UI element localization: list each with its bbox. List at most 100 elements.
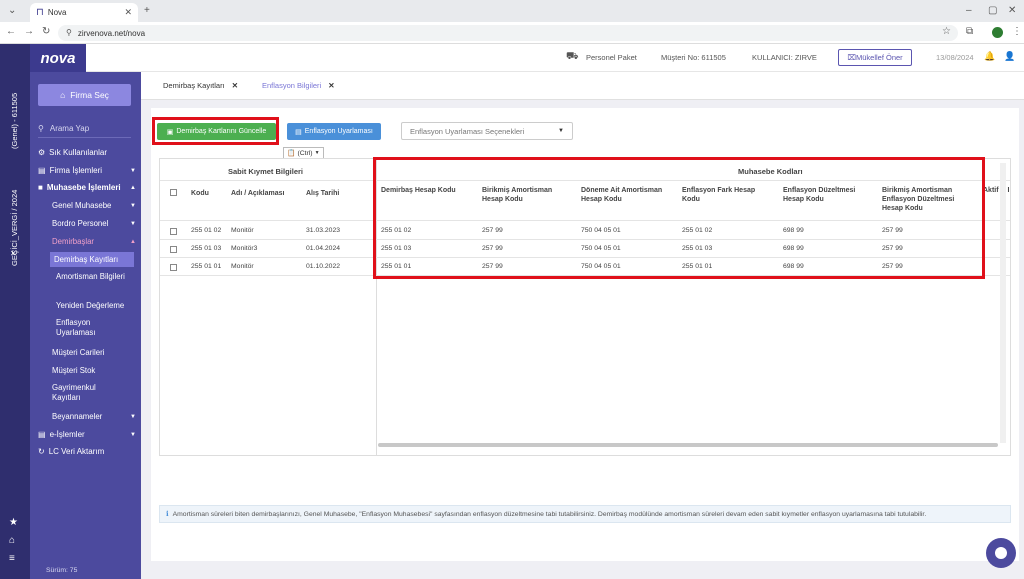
extensions-icon[interactable]: ⧉ bbox=[966, 27, 973, 37]
highlight-guncelle bbox=[152, 117, 279, 145]
url-field[interactable]: ⚲ zirvenova.net/nova bbox=[58, 25, 958, 41]
tab-enflasyon-bilgileri[interactable]: Enflasyon Bilgileri ✕ bbox=[262, 81, 335, 90]
doc-icon: ▤ bbox=[295, 128, 302, 136]
enflasyon-secenekleri-select[interactable]: Enflasyon Uyarlaması Seçenekleri ▼ bbox=[401, 122, 573, 140]
close-tab-icon: ✕ bbox=[231, 81, 239, 90]
sidebar-item-firma[interactable]: ▤ Firma İşlemleri ▼ bbox=[38, 166, 136, 175]
row-checkbox[interactable] bbox=[170, 264, 177, 271]
maximize-icon[interactable]: ▢ bbox=[988, 6, 997, 16]
table-cell[interactable]: 01.04.2024 bbox=[306, 245, 340, 252]
hamburger-menu-icon[interactable]: ≡ bbox=[9, 554, 15, 564]
close-tab-icon: ✕ bbox=[328, 81, 335, 90]
sidebar-item-yeniden-degerleme[interactable]: Yeniden Değerleme bbox=[56, 301, 132, 311]
sidebar-item-enflasyon[interactable]: Enflasyon Uyarlaması bbox=[56, 318, 116, 338]
folder-icon: ■ bbox=[38, 183, 43, 192]
cog-icon: ⚙ bbox=[38, 148, 46, 157]
caret-down-icon: ▼ bbox=[130, 414, 136, 420]
vertical-scrollbar[interactable] bbox=[1000, 163, 1006, 443]
browser-address-bar: ← → ↻ ⚲ zirvenova.net/nova ☆ ⧉ ⋮ bbox=[0, 22, 1024, 44]
table-cell[interactable]: 31.03.2023 bbox=[306, 227, 340, 234]
firma-period-label[interactable]: (Genel) - 611505 bbox=[10, 93, 19, 149]
user-icon[interactable]: 👤 bbox=[1004, 51, 1015, 62]
table-cell[interactable]: 255 01 03 bbox=[191, 245, 221, 252]
firma-sec-button[interactable]: ⌂ Firma Seç bbox=[38, 84, 131, 106]
profile-avatar[interactable] bbox=[992, 27, 1003, 38]
sync-icon: ↻ bbox=[38, 447, 45, 456]
reload-icon[interactable]: ↻ bbox=[42, 27, 50, 37]
table-cell[interactable]: 255 01 01 bbox=[191, 263, 221, 270]
bell-icon[interactable]: 🔔 bbox=[984, 51, 995, 62]
close-window-icon[interactable]: ✕ bbox=[1008, 6, 1016, 16]
group-header-sabit: Sabit Kıymet Bilgileri bbox=[228, 167, 304, 176]
bank-icon: ⌂ bbox=[60, 90, 66, 100]
sidebar-item-beyannameler[interactable]: Beyannameler ▼ bbox=[52, 412, 136, 422]
sidebar-item-amortisman[interactable]: Amortisman Bilgileri bbox=[56, 272, 132, 282]
sidebar-item-e-islemler[interactable]: ▤ e-İşlemler ▼ bbox=[38, 430, 136, 439]
favorites-star-icon[interactable]: ★ bbox=[9, 518, 18, 528]
back-icon[interactable]: ← bbox=[6, 27, 16, 37]
table-cell[interactable]: Monitör bbox=[231, 263, 254, 270]
row-checkbox[interactable] bbox=[170, 246, 177, 253]
browser-tab[interactable]: ⊓ Nova ✕ bbox=[30, 3, 138, 22]
table-cell[interactable]: 01.10.2022 bbox=[306, 263, 340, 270]
current-date: 13/08/2024 bbox=[936, 53, 974, 62]
sidebar-item-demirbaslar[interactable]: Demirbaşlar ▲ bbox=[52, 237, 136, 247]
caret-down-icon: ▼ bbox=[130, 221, 136, 227]
version-label: Sürüm: 75 bbox=[46, 567, 78, 574]
minimize-icon[interactable]: – bbox=[966, 6, 972, 16]
site-info-icon[interactable]: ⚲ bbox=[66, 29, 72, 37]
browser-tab-strip: ⌄ ⊓ Nova ✕ + – ▢ ✕ bbox=[0, 0, 1024, 22]
browser-menu-icon[interactable]: ⋮ bbox=[1012, 27, 1022, 37]
row-checkbox[interactable] bbox=[170, 228, 177, 235]
sidebar-item-bordro[interactable]: Bordro Personel ▼ bbox=[52, 219, 136, 229]
musteri-no: Müşteri No: 611505 bbox=[661, 53, 726, 62]
sidebar-item-demirbas-kayitlari[interactable]: Demirbaş Kayıtları bbox=[50, 252, 134, 267]
new-tab-icon[interactable]: + bbox=[144, 6, 150, 16]
col-adi[interactable]: Adı / Açıklaması bbox=[231, 189, 284, 198]
sidebar-item-muhasebe[interactable]: ■ Muhasebe İşlemleri ▲ bbox=[38, 183, 136, 192]
url-text: zirvenova.net/nova bbox=[77, 28, 146, 38]
close-period-icon[interactable]: ✕ bbox=[10, 250, 17, 258]
close-tab-icon[interactable]: ✕ bbox=[124, 7, 132, 18]
sidebar-item-favorites[interactable]: ⚙ Sık Kullanılanlar bbox=[38, 148, 136, 157]
sidebar-search[interactable]: ⚲ Arama Yap bbox=[38, 120, 131, 138]
sidebar-item-lc-veri[interactable]: ↻ LC Veri Aktarım bbox=[38, 447, 136, 456]
bank-icon[interactable]: ⌂ bbox=[9, 536, 15, 546]
bookmark-star-icon[interactable]: ☆ bbox=[942, 27, 951, 37]
sidebar-item-genel-muhasebe[interactable]: Genel Muhasebe ▼ bbox=[52, 201, 136, 211]
tab-demirbas-kayitlari[interactable]: Demirbaş Kayıtları ✕ bbox=[163, 81, 238, 90]
paket-label: Personel Paket bbox=[586, 53, 637, 62]
sidebar-item-musteri-carileri[interactable]: Müşteri Carileri bbox=[52, 348, 136, 358]
mukellef-oner-button[interactable]: ⌧ Mükellef Öner bbox=[838, 49, 912, 66]
select-all-checkbox[interactable] bbox=[170, 189, 177, 196]
horizontal-scrollbar[interactable] bbox=[378, 443, 998, 447]
caret-down-icon: ▼ bbox=[130, 203, 136, 209]
personel-paket-icon: ⛟ bbox=[566, 51, 579, 62]
page-tabs: Demirbaş Kayıtları ✕ Enflasyon Bilgileri… bbox=[141, 72, 1024, 100]
nova-favicon-icon: ⊓ bbox=[36, 6, 44, 18]
info-banner: ℹ Amortisman süreleri biten demirbaşların… bbox=[159, 505, 1011, 523]
sidebar: ⌂ Firma Seç ⚲ Arama Yap ⚙ Sık Kullanılanlar… bbox=[30, 72, 141, 579]
enflasyon-uyarlamasi-button[interactable]: ▤ Enflasyon Uyarlaması bbox=[287, 123, 381, 140]
sidebar-item-musteri-stok[interactable]: Müşteri Stok bbox=[52, 366, 136, 376]
caret-down-icon: ▼ bbox=[130, 431, 136, 438]
doc-icon: ▤ bbox=[38, 166, 46, 175]
forward-icon[interactable]: → bbox=[24, 27, 34, 37]
browser-tab-title: Nova bbox=[47, 8, 67, 17]
table-cell[interactable]: 255 01 02 bbox=[191, 227, 221, 234]
tab-menu-icon[interactable]: ⌄ bbox=[8, 6, 16, 16]
kullanici-label: KULLANICI: ZIRVE bbox=[752, 53, 817, 62]
col-alis-tarihi[interactable]: Alış Tarihi bbox=[306, 189, 339, 198]
sidebar-item-gayrimenkul[interactable]: Gayrimenkul Kayıtları bbox=[52, 383, 112, 403]
chat-bubble[interactable] bbox=[986, 538, 1016, 568]
main-content: Demirbaş Kayıtları ✕ Enflasyon Bilgileri… bbox=[141, 72, 1024, 579]
caret-down-icon: ▼ bbox=[314, 150, 320, 156]
col-kodu[interactable]: Kodu bbox=[191, 189, 209, 198]
info-icon: ℹ bbox=[166, 511, 169, 518]
table-cell[interactable]: Monitör bbox=[231, 227, 254, 234]
table-cell[interactable]: Monitör3 bbox=[231, 245, 257, 252]
highlight-muhasebe-kodlari bbox=[373, 157, 985, 279]
nova-logo[interactable]: nova bbox=[30, 44, 86, 72]
caret-up-icon: ▲ bbox=[130, 184, 136, 191]
clipboard-icon: 📋 bbox=[287, 150, 296, 157]
